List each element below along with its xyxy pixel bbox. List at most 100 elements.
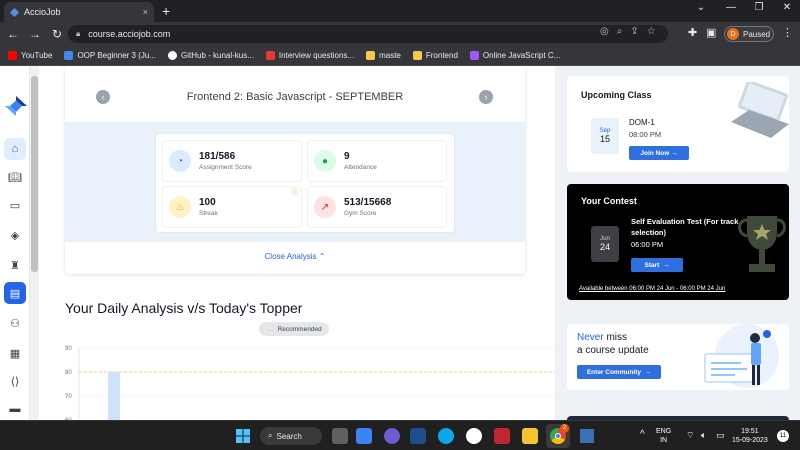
- laptop-illustration: [731, 82, 789, 138]
- sidebar-item-community[interactable]: ⚇: [4, 312, 26, 334]
- sidebar-item-jobs[interactable]: ▬: [4, 398, 26, 420]
- info-icon[interactable]: ⓘ: [291, 187, 298, 197]
- taskbar-search[interactable]: ⌕ Search: [260, 427, 322, 445]
- recommended-pill[interactable]: .... Recommended: [259, 322, 329, 336]
- folder-icon: [366, 51, 376, 60]
- join-now-button[interactable]: Join Now →: [629, 146, 689, 160]
- minimize-icon[interactable]: —: [716, 2, 746, 13]
- back-icon[interactable]: ←: [2, 27, 24, 41]
- arrow-right-icon: →: [671, 149, 678, 157]
- extensions-icon[interactable]: ✚: [688, 26, 697, 39]
- trend-icon: ↗: [314, 196, 336, 218]
- stats-section: ◔ 181/586 Assignment Score ● 9 Attendance …: [65, 122, 525, 242]
- bookmark-github[interactable]: GitHub - kunal-kus...: [168, 51, 254, 60]
- vscode-icon[interactable]: [580, 429, 594, 443]
- edge-icon[interactable]: [438, 428, 454, 444]
- acciojob-logo[interactable]: [5, 96, 27, 116]
- bookmark-youtube[interactable]: YouTube: [8, 51, 52, 60]
- close-window-icon[interactable]: ✕: [772, 2, 800, 13]
- enter-community-button[interactable]: Enter Community →: [577, 365, 661, 379]
- chart-bar[interactable]: [108, 372, 120, 420]
- clock[interactable]: 19:51 15-09-2023: [732, 427, 768, 445]
- never-miss-line1: Never miss: [577, 332, 628, 343]
- person-icon: ●: [314, 150, 336, 172]
- url-text: course.acciojob.com: [88, 29, 171, 39]
- windows-start-icon[interactable]: [236, 429, 250, 443]
- search-icon: ⌕: [268, 431, 273, 440]
- youtube-icon: [8, 51, 17, 60]
- tray-overflow-icon[interactable]: ^: [640, 430, 645, 440]
- github-icon: [168, 51, 177, 60]
- google-lens-icon[interactable]: ◎: [600, 26, 609, 37]
- compiler-icon: [469, 51, 479, 60]
- widgets-icon[interactable]: [356, 428, 372, 444]
- sidebar-item-contest[interactable]: ♜: [4, 254, 26, 276]
- sidebar-item-doubts[interactable]: ▤: [4, 282, 26, 304]
- forward-icon[interactable]: →: [24, 27, 46, 41]
- sidebar-item-docs[interactable]: ▦: [4, 342, 26, 364]
- bookmark-frontend[interactable]: Frontend: [412, 51, 458, 60]
- sidebar-item-messages[interactable]: ▭: [4, 194, 26, 216]
- class-time: 08:00 PM: [629, 130, 662, 139]
- mcafee-icon[interactable]: [494, 428, 510, 444]
- github-desktop-icon[interactable]: [466, 428, 482, 444]
- bookmark-online-js[interactable]: Online JavaScript C...: [469, 51, 560, 60]
- battery-icon[interactable]: ▭: [716, 431, 725, 440]
- restore-icon[interactable]: ❐: [744, 2, 774, 13]
- bookmark-oop[interactable]: OOP Beginner 3 (Ju...: [64, 51, 156, 60]
- side-panel-icon[interactable]: ▣: [706, 26, 716, 39]
- course-header: ‹ Frontend 2: Basic Javascript - SEPTEMB…: [65, 66, 525, 122]
- zoom-icon[interactable]: ⌕: [617, 26, 623, 37]
- upcoming-class-card: Upcoming Class Sep 15 DOM-1 08:00 PM Joi…: [567, 76, 789, 172]
- daily-analysis-title: Your Daily Analysis v/s Today's Topper: [65, 300, 303, 316]
- sidebar-item-home[interactable]: ⌂: [4, 138, 26, 160]
- sidebar-item-layers[interactable]: ◈: [4, 224, 26, 246]
- trophy-icon: ♜: [10, 259, 20, 272]
- sidebar-item-courses[interactable]: 📖︎: [4, 166, 26, 188]
- bookmark-interview[interactable]: Interview questions...: [265, 51, 354, 60]
- notification-center-badge[interactable]: 11: [777, 430, 789, 442]
- wifi-icon[interactable]: ⌔: [686, 431, 694, 440]
- profile-button[interactable]: D Paused: [724, 26, 774, 42]
- scrollbar-thumb[interactable]: [31, 76, 38, 272]
- stat-streak: ♨ 100 Streak ⓘ: [162, 186, 302, 228]
- stat-assignment: ◔ 181/586 Assignment Score: [162, 140, 302, 182]
- tab-acciojob[interactable]: AccioJob ×: [4, 2, 154, 22]
- never-miss-line2: a course update: [577, 345, 649, 356]
- sidebar-item-code[interactable]: ⟨⟩: [4, 370, 26, 392]
- browser-tabstrip: AccioJob × + ⌄ — ❐ ✕: [0, 0, 800, 22]
- snipping-tool-icon[interactable]: [410, 428, 426, 444]
- contest-date-tile: Jun 24: [591, 226, 619, 262]
- omnibox-actions: ◎ ⌕ ⇪ ☆: [600, 26, 656, 37]
- chevron-right-icon: ›: [484, 92, 488, 102]
- new-tab-button[interactable]: +: [162, 3, 170, 19]
- share-icon[interactable]: ⇪: [630, 26, 638, 37]
- contest-card: Your Contest Jun 24 Self Evaluation Test…: [567, 184, 789, 300]
- bookmark-maste[interactable]: maste: [366, 51, 401, 60]
- chrome-taskbar-button[interactable]: 2: [546, 424, 570, 448]
- class-name: DOM-1: [629, 118, 655, 127]
- home-icon: ⌂: [11, 143, 19, 155]
- chrome-icon-center: [555, 433, 561, 439]
- chevron-up-icon: ⌃: [318, 252, 326, 261]
- start-contest-button[interactable]: Start →: [631, 258, 683, 272]
- task-view-icon[interactable]: [332, 428, 348, 444]
- teams-chat-icon[interactable]: [384, 428, 400, 444]
- close-analysis-link[interactable]: Close Analysis ⌃: [65, 252, 525, 261]
- bookmark-star-icon[interactable]: ☆: [647, 26, 656, 37]
- reload-icon[interactable]: ↻: [46, 27, 68, 41]
- next-course-button[interactable]: ›: [479, 90, 493, 104]
- tab-close-icon[interactable]: ×: [143, 7, 148, 17]
- flame-icon: ♨: [169, 196, 191, 218]
- acciojob-favicon-icon: [10, 7, 19, 17]
- briefcase-icon: ▬: [9, 403, 21, 415]
- address-bar[interactable]: 🔒︎ course.acciojob.com: [68, 25, 668, 43]
- file-explorer-icon[interactable]: [522, 428, 538, 444]
- y-tick-label: 70: [65, 394, 72, 400]
- chevron-down-icon[interactable]: ⌄: [686, 2, 716, 13]
- volume-icon[interactable]: 🔈︎: [701, 431, 706, 440]
- windows-taskbar: ⌕ Search 2 ^ ENG IN ⌔ 🔈︎ ▭ 19:51 15-09-2023…: [0, 420, 800, 450]
- language-indicator[interactable]: ENG IN: [656, 427, 671, 445]
- menu-kebab-icon[interactable]: ⋮: [782, 26, 793, 39]
- sidebar-scrollbar[interactable]: [30, 66, 39, 420]
